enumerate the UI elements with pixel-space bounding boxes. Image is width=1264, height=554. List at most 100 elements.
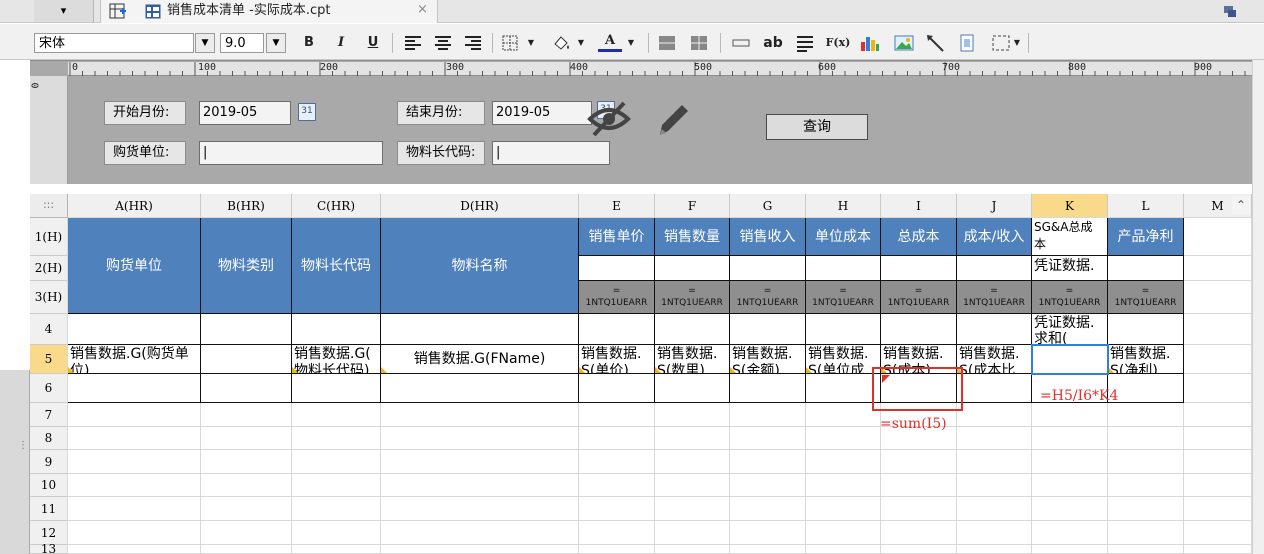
- new-sheet-icon[interactable]: [109, 3, 127, 20]
- cell-row6[interactable]: [201, 374, 292, 403]
- cell-row2[interactable]: [806, 256, 881, 281]
- cell-l5[interactable]: 销售数据. S(净利): [1108, 345, 1184, 374]
- cell-j5[interactable]: 销售数据. S(成本比: [957, 345, 1032, 374]
- tab-sales-cost-report[interactable]: 销售成本清单 -实际成本.cpt ×: [100, 0, 438, 23]
- cell-row2[interactable]: [730, 256, 806, 281]
- cell-f5[interactable]: 销售数据. S(数里): [655, 345, 730, 374]
- menu-dropdown-button[interactable]: ▾: [34, 0, 94, 22]
- end-month-input[interactable]: 2019-05: [492, 101, 592, 125]
- left-collapse-strip[interactable]: [0, 370, 30, 554]
- column-header-e[interactable]: E: [579, 194, 655, 218]
- header-material-type[interactable]: 物料类别: [201, 218, 292, 314]
- header-total-cost[interactable]: 总成本: [881, 218, 957, 256]
- formula-cell-row3[interactable]: = 1NTQ1UEARR: [655, 281, 730, 314]
- formula-cell-row3[interactable]: = 1NTQ1UEARR: [1108, 281, 1184, 314]
- column-header-k[interactable]: K: [1032, 194, 1108, 218]
- restore-window-icon[interactable]: [1222, 3, 1238, 19]
- cell-row6[interactable]: [957, 374, 1032, 403]
- cell-row2[interactable]: [1108, 256, 1184, 281]
- font-size-select[interactable]: 9.0: [220, 33, 264, 53]
- cell-row4[interactable]: [1108, 314, 1184, 345]
- image-icon[interactable]: [892, 32, 916, 54]
- formula-cell-row3[interactable]: = 1NTQ1UEARR: [730, 281, 806, 314]
- header-material-name[interactable]: 物料名称: [381, 218, 579, 314]
- cell-row4[interactable]: [881, 314, 957, 345]
- cell-row6[interactable]: [292, 374, 381, 403]
- cell-row2[interactable]: [579, 256, 655, 281]
- cell-row6[interactable]: [655, 374, 730, 403]
- row-header-11[interactable]: 11: [30, 497, 68, 521]
- chevron-down-icon[interactable]: ▼: [576, 32, 586, 54]
- chevron-down-icon[interactable]: ▼: [195, 33, 215, 53]
- cell-row4[interactable]: [957, 314, 1032, 345]
- header-buyer[interactable]: 购货单位: [68, 218, 201, 314]
- close-icon[interactable]: ×: [417, 2, 428, 17]
- cell-a5[interactable]: 销售数据.G(购货单 位): [68, 345, 201, 374]
- vertical-scrollbar[interactable]: [1252, 60, 1264, 554]
- row-header-2[interactable]: 2(H): [30, 256, 68, 281]
- column-header-f[interactable]: F: [655, 194, 730, 218]
- cell-row4[interactable]: [579, 314, 655, 345]
- header-net-profit[interactable]: 产品净利: [1108, 218, 1184, 256]
- text-tool-button[interactable]: ab: [760, 32, 786, 54]
- header-unit-price[interactable]: 销售单价: [579, 218, 655, 256]
- chevron-down-icon[interactable]: ▼: [1012, 32, 1022, 54]
- fill-color-icon[interactable]: [550, 32, 574, 54]
- formula-cell-row3[interactable]: = 1NTQ1UEARR: [579, 281, 655, 314]
- cell-row2[interactable]: [881, 256, 957, 281]
- pencil-icon[interactable]: [652, 99, 692, 139]
- header-unit-cost[interactable]: 单位成本: [806, 218, 881, 256]
- column-header-c[interactable]: C(HR): [292, 194, 381, 218]
- cell-row4[interactable]: [68, 314, 201, 345]
- paragraph-icon[interactable]: [794, 32, 816, 54]
- query-button[interactable]: 查询: [766, 114, 868, 140]
- cell-row2[interactable]: [655, 256, 730, 281]
- header-qty[interactable]: 销售数量: [655, 218, 730, 256]
- cell-e5[interactable]: 销售数据. S(单价): [579, 345, 655, 374]
- header-material-code[interactable]: 物料长代码: [292, 218, 381, 314]
- chevron-down-icon[interactable]: ▼: [266, 33, 286, 53]
- cell-row4[interactable]: [730, 314, 806, 345]
- cell-row6[interactable]: [730, 374, 806, 403]
- row-header-5[interactable]: 5: [30, 345, 68, 374]
- header-sga[interactable]: SG&A总成本: [1032, 218, 1108, 256]
- row-header-13[interactable]: 13: [30, 543, 68, 554]
- cell-d5[interactable]: 销售数据.G(FName): [381, 345, 579, 374]
- cell-row2[interactable]: [957, 256, 1032, 281]
- cell-b5[interactable]: [201, 345, 292, 374]
- column-header-l[interactable]: L: [1108, 194, 1184, 218]
- cell-row6[interactable]: [68, 374, 201, 403]
- dashed-box-icon[interactable]: [990, 32, 1012, 54]
- formula-button[interactable]: F(x): [824, 32, 852, 54]
- align-left-icon[interactable]: [402, 32, 424, 54]
- row-header-4[interactable]: 4: [30, 314, 68, 345]
- font-color-button[interactable]: A: [598, 32, 622, 52]
- cell-row4[interactable]: [292, 314, 381, 345]
- split-cells-icon[interactable]: [688, 32, 710, 54]
- page-icon[interactable]: [956, 32, 978, 54]
- italic-button[interactable]: I: [330, 32, 352, 54]
- buyer-input[interactable]: |: [199, 141, 383, 165]
- formula-cell-row3[interactable]: = 1NTQ1UEARR: [957, 281, 1032, 314]
- cell-row6[interactable]: [579, 374, 655, 403]
- column-header-b[interactable]: B(HR): [201, 194, 292, 218]
- cell-row4[interactable]: [806, 314, 881, 345]
- cell-h5[interactable]: 销售数据. S(单位成: [806, 345, 881, 374]
- header-revenue[interactable]: 销售收入: [730, 218, 806, 256]
- font-family-select[interactable]: 宋体: [34, 33, 194, 53]
- column-header-a[interactable]: A(HR): [68, 194, 201, 218]
- header-cost-ratio[interactable]: 成本/收入: [957, 218, 1032, 256]
- formula-cell-row3[interactable]: = 1NTQ1UEARR: [881, 281, 957, 314]
- cell-row6[interactable]: [381, 374, 579, 403]
- row-header-6[interactable]: 6: [30, 374, 68, 403]
- cell-c5[interactable]: 销售数据.G(物料长代码): [292, 345, 381, 374]
- cell-g5[interactable]: 销售数据. S(金额): [730, 345, 806, 374]
- drag-handle-icon[interactable]: ⋮: [18, 440, 28, 460]
- border-icon[interactable]: [500, 32, 522, 54]
- column-header-i[interactable]: I: [881, 194, 957, 218]
- cell-row6[interactable]: [806, 374, 881, 403]
- cell-row6[interactable]: [1108, 374, 1184, 403]
- bold-button[interactable]: B: [298, 32, 320, 54]
- select-all-corner[interactable]: :::: [30, 194, 68, 218]
- material-code-input[interactable]: |: [492, 141, 610, 165]
